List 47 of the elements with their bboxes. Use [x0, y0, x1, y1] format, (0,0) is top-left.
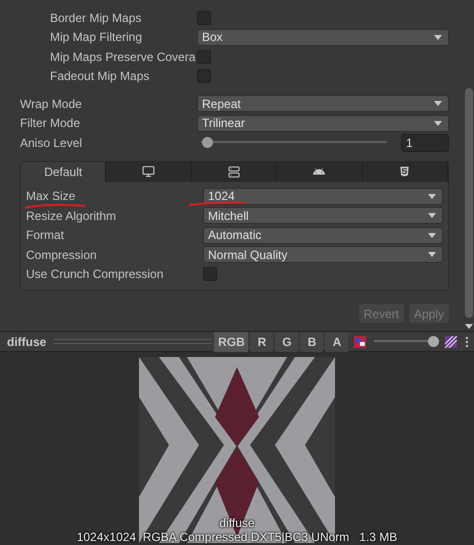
slider-thumb[interactable]: [202, 137, 213, 148]
dropdown[interactable]: Trilinear: [197, 114, 449, 132]
setting-label: Aniso Level: [20, 136, 84, 150]
channel-button[interactable]: R: [250, 332, 274, 352]
dropdown[interactable]: Mitchell: [203, 207, 443, 224]
checker-icon[interactable]: [354, 336, 366, 348]
number-field[interactable]: 1: [401, 134, 449, 152]
setting-label: Resize Algorithm: [26, 208, 118, 223]
setting-label: Use Crunch Compression: [26, 267, 164, 282]
setting-label: Mip Map Filtering: [49, 30, 144, 44]
caret-icon: [434, 120, 442, 126]
setting-label: Border Mip Maps: [49, 10, 142, 25]
scrollbar-thumb[interactable]: [465, 88, 473, 318]
caret-icon: [428, 232, 436, 238]
preview-title: diffuse: [7, 334, 48, 348]
caret-icon: [428, 194, 436, 199]
caret-icon: [434, 101, 442, 106]
setting-label: Compression: [26, 248, 98, 262]
dropdown[interactable]: Box: [197, 28, 449, 46]
setting-label: Filter Mode: [20, 116, 82, 130]
dropdown[interactable]: Repeat: [197, 95, 449, 112]
mipmap-icon[interactable]: [445, 336, 458, 348]
server-icon: [228, 166, 240, 178]
platform-tab[interactable]: [362, 162, 448, 182]
caret-icon: [428, 213, 436, 218]
underline-mark: [188, 200, 246, 208]
dropdown[interactable]: Normal Quality: [203, 246, 443, 264]
channel-button[interactable]: B: [300, 332, 324, 352]
html5-icon: [399, 166, 410, 177]
channel-button[interactable]: G: [275, 332, 298, 352]
caret-icon: [434, 34, 442, 40]
setting-label: Wrap Mode: [20, 96, 83, 111]
platform-tab[interactable]: Default: [21, 162, 106, 182]
android-icon: [313, 166, 326, 178]
channel-button[interactable]: RGB: [214, 332, 248, 352]
monitor-icon: [142, 165, 156, 178]
checkbox[interactable]: [203, 267, 217, 282]
dropdown[interactable]: Automatic: [203, 226, 443, 244]
setting-label: Format: [26, 228, 66, 242]
setting-label: Fadeout Mip Maps: [49, 69, 150, 84]
setting-label: Max Size: [26, 189, 76, 204]
setting-label: Mip Maps Preserve Covera: [49, 50, 196, 64]
caret-icon: [428, 252, 436, 258]
channel-button[interactable]: A: [325, 332, 348, 352]
dropdown[interactable]: 1024: [203, 188, 443, 205]
caret-icon: [465, 324, 473, 329]
mip-slider-thumb[interactable]: [428, 336, 440, 347]
